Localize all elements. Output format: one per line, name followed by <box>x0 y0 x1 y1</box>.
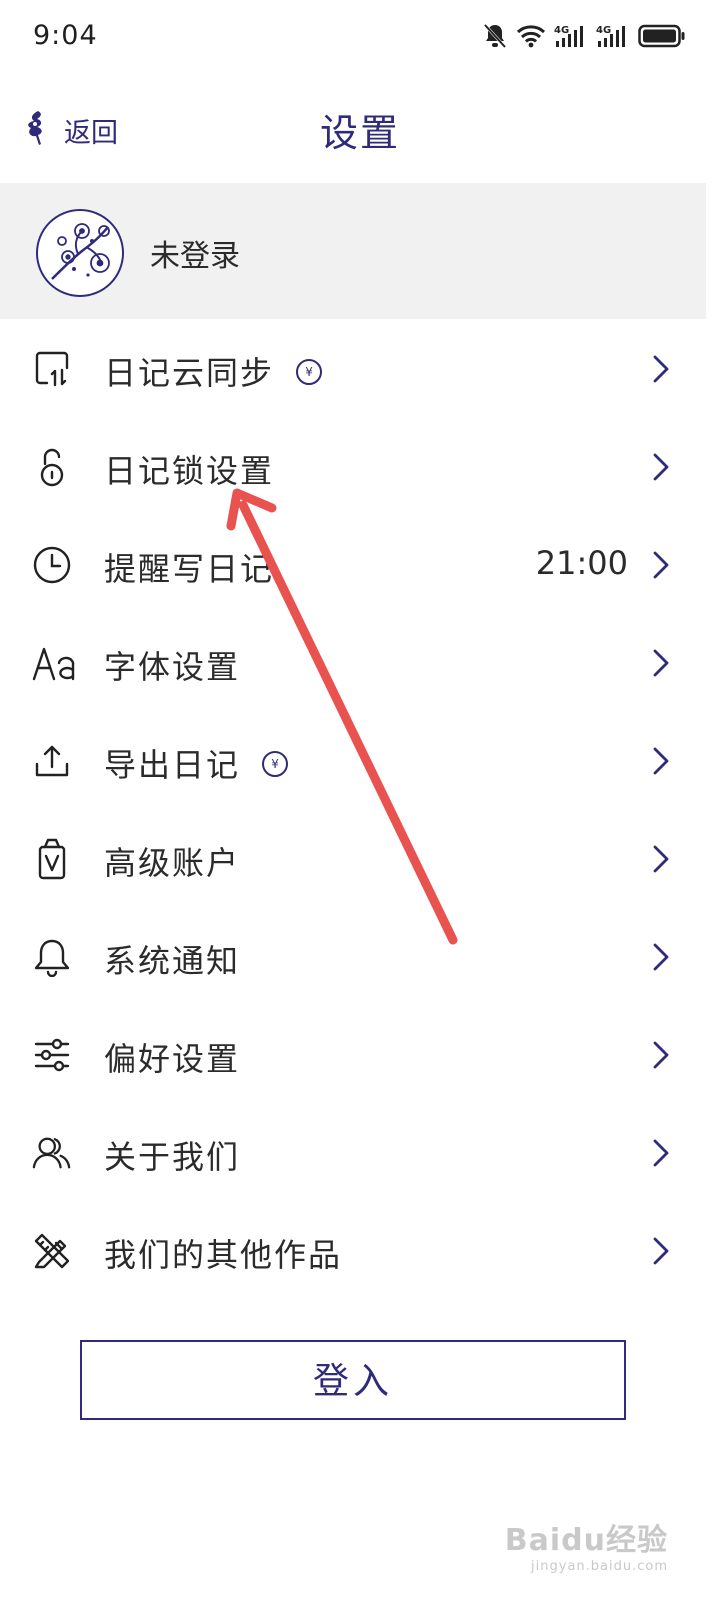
tools-icon <box>32 1231 72 1271</box>
menu-item-preferences[interactable]: 偏好设置 <box>0 1006 720 1104</box>
login-button[interactable]: 登入 <box>80 1340 626 1420</box>
chevron-right-icon <box>653 1041 669 1069</box>
chevron-right-icon <box>653 845 669 873</box>
chevron-right-icon <box>653 1139 669 1167</box>
menu-item-notification[interactable]: 系统通知 <box>0 908 720 1006</box>
menu-item-label: 导出日记 <box>104 746 241 784</box>
profile-name: 未登录 <box>150 239 240 274</box>
signal-4g-icon: 4G <box>554 23 588 49</box>
avatar[interactable] <box>36 209 124 297</box>
bell-icon <box>32 937 72 977</box>
watermark-logo: Baidu经验 <box>504 1523 668 1558</box>
chevron-right-icon <box>653 649 669 677</box>
battery-icon <box>638 24 686 48</box>
font-icon <box>30 643 80 683</box>
chevron-right-icon <box>653 453 669 481</box>
menu-item-label: 偏好设置 <box>104 1040 241 1078</box>
svg-text:4G: 4G <box>596 25 611 36</box>
menu-item-label: 高级账户 <box>104 844 241 882</box>
premium-coin-icon: ¥ <box>262 751 289 777</box>
status-icons: 4G 4G <box>482 22 686 50</box>
bell-off-icon <box>482 22 508 50</box>
menu-item-label: 关于我们 <box>104 1138 241 1176</box>
menu-item-diary-lock[interactable]: 日记锁设置 <box>0 418 720 516</box>
status-bar: 9:04 4G 4G <box>0 0 720 76</box>
menu-item-label: 系统通知 <box>104 942 241 980</box>
chevron-right-icon <box>653 747 669 775</box>
chevron-right-icon <box>653 355 669 383</box>
menu-item-label: 我们的其他作品 <box>104 1236 343 1274</box>
sliders-icon <box>32 1035 72 1075</box>
wifi-icon <box>516 24 546 48</box>
menu-item-font[interactable]: 字体设置 <box>0 614 720 712</box>
premium-coin-icon: ¥ <box>296 359 323 385</box>
chevron-right-icon <box>653 551 669 579</box>
export-icon <box>32 741 72 781</box>
reminder-time-value: 21:00 <box>535 544 628 582</box>
menu-item-label: 日记锁设置 <box>104 452 275 490</box>
menu-item-about-us[interactable]: 关于我们 <box>0 1104 720 1202</box>
chevron-right-icon <box>653 1237 669 1265</box>
plum-blossom-icon <box>51 223 110 280</box>
chevron-right-icon <box>653 943 669 971</box>
lock-icon <box>32 447 72 487</box>
status-time: 9:04 <box>33 20 98 51</box>
menu-item-label: 日记云同步 <box>104 354 275 392</box>
clock-icon <box>32 545 72 585</box>
menu-item-label: 字体设置 <box>104 648 241 686</box>
profile-card[interactable]: 未登录 <box>0 183 706 319</box>
menu-item-export[interactable]: 导出日记 ¥ <box>0 712 720 810</box>
watermark: Baidu经验 jingyan.baidu.com <box>505 1515 668 1574</box>
cloud-sync-icon <box>32 349 72 389</box>
users-icon <box>32 1133 72 1173</box>
top-bar: 返回 设置 <box>0 80 720 180</box>
premium-icon <box>32 838 72 880</box>
page-title: 设置 <box>319 111 400 155</box>
menu-item-premium[interactable]: 高级账户 <box>0 810 720 908</box>
menu-item-other-apps[interactable]: 我们的其他作品 <box>0 1202 720 1300</box>
settings-menu: 日记云同步 ¥ 日记锁设置 提醒写日记 21:00 字体设置 导出日记 ¥ 高级… <box>0 320 720 1300</box>
menu-item-reminder[interactable]: 提醒写日记 21:00 <box>0 516 720 614</box>
menu-item-label: 提醒写日记 <box>104 550 275 588</box>
watermark-url: jingyan.baidu.com <box>531 1559 668 1574</box>
menu-item-cloud-sync[interactable]: 日记云同步 ¥ <box>0 320 720 418</box>
svg-text:4G: 4G <box>554 25 569 36</box>
signal-4g-icon: 4G <box>596 23 630 49</box>
